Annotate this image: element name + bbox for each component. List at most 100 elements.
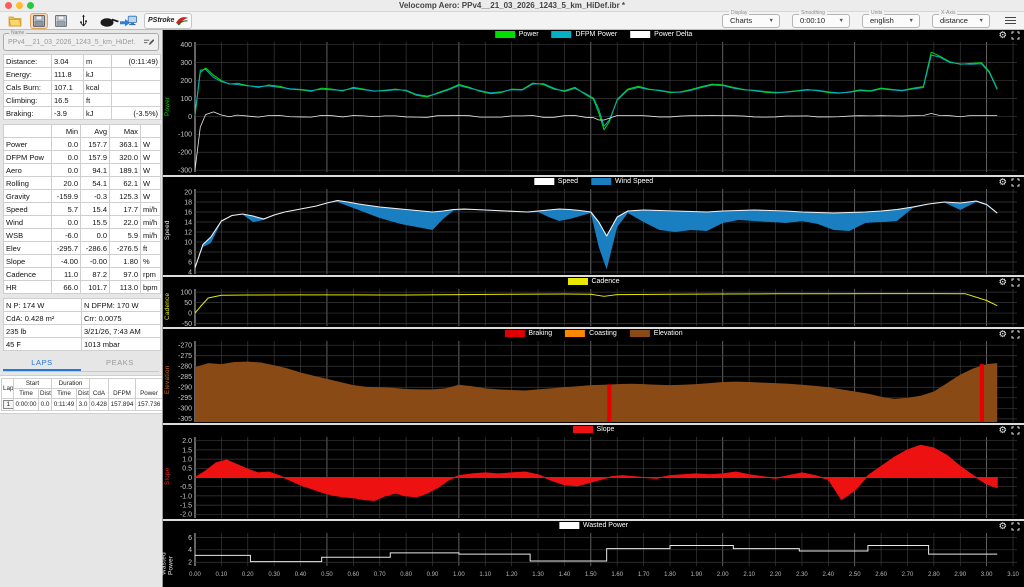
display-dropdown[interactable]: Display Charts ▼ (722, 10, 780, 28)
chart-legend-speed: Speed Wind Speed (533, 178, 653, 185)
menu-icon[interactable] (1005, 16, 1016, 25)
expand-icon[interactable] (1011, 278, 1020, 287)
svg-text:2.00: 2.00 (717, 572, 729, 578)
svg-text:-295: -295 (178, 395, 192, 402)
y-axis-label-speed: Speed (164, 220, 171, 240)
smoothing-dropdown-label: Smoothing (799, 9, 827, 16)
svg-text:0: 0 (188, 310, 192, 317)
svg-text:-100: -100 (178, 132, 192, 139)
svg-text:14: 14 (184, 219, 192, 226)
info-row: CdA: 0.428 m² Crr: 0.0075 (3, 311, 161, 325)
lap-row[interactable]: 1 0:00:00 0.0 0:11:49 3.0 0.428 157.894 157.736 (1, 398, 162, 411)
legend-item: Slope (572, 426, 614, 433)
legend-swatch (494, 31, 515, 38)
svg-text:300: 300 (180, 60, 192, 67)
chart-panel-elevation[interactable]: Elevation Braking Coasting Elevation ⚙ -270 -2… (163, 327, 1024, 423)
chart-panel-power[interactable]: Power Power DFPM Power Power Delta ⚙ 400 300 20… (163, 30, 1024, 175)
svg-text:3.00: 3.00 (981, 572, 993, 578)
series-Wasted Power (195, 544, 998, 563)
ride-name-field[interactable]: Name PPv4__21_03_2026_1243_5_km_HiDef. (3, 30, 159, 51)
svg-text:0.60: 0.60 (347, 572, 359, 578)
min-avg-max-table: Min Avg Max Power 0.0 157.7 363.1 W DFPM Pow 0.0 1… (3, 124, 161, 294)
series-Power (194, 51, 998, 131)
chart-panel-cadence[interactable]: Cadence Cadence ⚙ 100 50 0 -50 (163, 275, 1024, 328)
expand-icon[interactable] (1011, 178, 1020, 187)
save-button[interactable] (30, 12, 48, 29)
stats-row: Cadence 11.0 87.2 97.0 rpm (3, 267, 161, 281)
chart-panel-speed[interactable]: Speed Speed Wind Speed ⚙ 20 18 16 14 12 10 8 6 4 (163, 175, 1024, 277)
gear-icon[interactable]: ⚙ (998, 177, 1007, 188)
summary-row: Climbing: 16.5 ft (3, 93, 161, 107)
window-title: Velocomp Aero: PPv4__21_03_2026_1243_5_k… (398, 1, 626, 10)
expand-icon[interactable] (1011, 426, 1020, 435)
ride-name-label: Name (9, 30, 27, 36)
zoom-window-button[interactable] (27, 2, 34, 9)
legend-swatch (567, 278, 588, 285)
smoothing-dropdown-value: 0:00:10 (800, 16, 826, 25)
pstroke-button[interactable]: PStroke (144, 12, 193, 29)
minimize-window-button[interactable] (16, 2, 23, 9)
svg-text:0.50: 0.50 (321, 572, 333, 578)
svg-text:-300: -300 (178, 406, 192, 413)
svg-text:-270: -270 (178, 343, 192, 350)
tab-peaks[interactable]: PEAKS (81, 355, 159, 371)
legend-swatch (565, 330, 586, 337)
svg-text:0: 0 (188, 475, 192, 482)
gear-icon[interactable]: ⚙ (998, 521, 1007, 532)
tab-laps[interactable]: LAPS (3, 355, 81, 371)
braking-bar (979, 364, 985, 422)
stats-row: Slope -4.00 -0.00 1.80% (3, 254, 161, 268)
gear-icon[interactable]: ⚙ (998, 30, 1007, 41)
expand-icon[interactable] (1011, 522, 1020, 531)
stats-row: Speed 5.7 15.4 17.7 mi/h (3, 202, 161, 216)
svg-text:3.10: 3.10 (1007, 572, 1019, 578)
expand-icon[interactable] (1011, 31, 1020, 40)
legend-swatch (533, 178, 554, 185)
edit-name-icon[interactable] (143, 38, 154, 47)
gear-icon[interactable]: ⚙ (998, 329, 1007, 340)
panel-controls: ⚙ (998, 329, 1020, 340)
svg-text:1.0: 1.0 (182, 456, 192, 463)
chart-panel-wasted-power[interactable]: Wasted Power Wasted Power ⚙ 6 4 2 0.00 0.10 0.20… (161, 519, 1024, 579)
plot-speed[interactable]: 201816141210864 (163, 177, 1023, 277)
chevron-down-icon: ▼ (768, 17, 774, 24)
plot-wasted-power[interactable]: 6 4 2 0.00 0.10 0.20 0.30 0.40 0.50 0.60 0.70 0.80 0… (163, 521, 1023, 579)
svg-text:0: 0 (188, 114, 192, 121)
svg-text:2.0: 2.0 (182, 438, 192, 445)
save-as-button[interactable] (52, 13, 70, 29)
svg-text:1.60: 1.60 (611, 572, 623, 578)
legend-swatch (572, 426, 593, 433)
expand-icon[interactable] (1011, 330, 1020, 339)
sidebar-tabs: LAPS PEAKS (3, 355, 159, 372)
svg-text:-0.5: -0.5 (180, 484, 192, 491)
legend-item: Braking (504, 330, 552, 337)
svg-text:1.80: 1.80 (664, 572, 676, 578)
svg-text:-285: -285 (178, 374, 192, 381)
send-to-device-button[interactable] (96, 13, 140, 29)
legend-swatch (629, 330, 650, 337)
chart-panel-slope[interactable]: Slope Slope ⚙ 2.0 1.5 1.0 0.5 0 -0.5 -1.0 -1.5 -2.0 (163, 423, 1024, 519)
device-connect-button[interactable] (74, 13, 92, 29)
series-Elevation (195, 361, 998, 422)
stats-row: Rolling 20.0 54.1 62.1 W (3, 176, 161, 190)
legend-label: Power (518, 31, 539, 38)
svg-text:2.70: 2.70 (902, 572, 914, 578)
gear-icon[interactable]: ⚙ (998, 277, 1007, 288)
plot-power[interactable]: 400 300 200 100 0 -100 -200 -300 (163, 30, 1023, 175)
close-window-button[interactable] (5, 2, 12, 9)
plot-elevation[interactable]: -270-275-280-285-290-295-300-305 (163, 329, 1023, 425)
x-axis-dropdown-label: X-Axis (939, 9, 958, 16)
summary-row: Braking: -3.9 kJ (-3.5%) (3, 106, 161, 120)
svg-text:2.50: 2.50 (849, 572, 861, 578)
units-dropdown-label: Units (869, 9, 885, 16)
gear-icon[interactable]: ⚙ (998, 425, 1007, 436)
save-as-icon (55, 14, 67, 27)
stats-row: HR 66.0 101.7 113.0 bpm (3, 280, 161, 294)
open-file-button[interactable] (5, 13, 26, 29)
x-axis-dropdown[interactable]: X-Axis distance ▼ (932, 9, 990, 28)
units-dropdown[interactable]: Units english ▼ (862, 9, 920, 28)
plot-slope[interactable]: 2.0 1.5 1.0 0.5 0 -0.5 -1.0 -1.5 -2.0 (163, 425, 1023, 521)
legend-item: DFPM Power (551, 31, 617, 38)
svg-text:0.00: 0.00 (189, 572, 201, 578)
smoothing-dropdown[interactable]: Smoothing 0:00:10 ▼ (792, 9, 850, 28)
